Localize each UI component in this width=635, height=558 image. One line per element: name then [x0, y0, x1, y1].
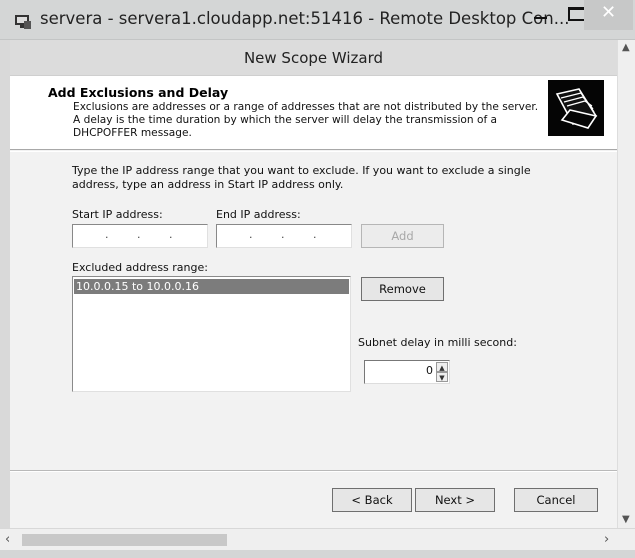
header-separator — [10, 151, 617, 152]
scroll-left-icon[interactable]: ‹ — [5, 532, 10, 547]
header-title: Add Exclusions and Delay — [48, 85, 229, 100]
spin-up-icon[interactable]: ▲ — [436, 362, 448, 372]
next-button[interactable]: Next > — [415, 488, 495, 512]
header-description: Exclusions are addresses or a range of a… — [73, 101, 539, 139]
minimize-button[interactable] — [520, 0, 560, 28]
vertical-scrollbar[interactable]: ▲ ▼ — [617, 40, 635, 528]
close-icon: ✕ — [600, 2, 617, 23]
remove-button[interactable]: Remove — [361, 277, 444, 301]
spin-down-icon[interactable]: ▼ — [436, 372, 448, 382]
subnet-delay-label: Subnet delay in milli second: — [358, 336, 517, 349]
remote-viewport: New Scope Wizard Add Exclusions and Dela… — [10, 40, 617, 528]
wizard-title: New Scope Wizard — [243, 49, 384, 67]
close-button[interactable]: ✕ — [584, 0, 633, 30]
excluded-range-list[interactable]: 10.0.0.15 to 10.0.0.16 — [72, 276, 351, 392]
back-button[interactable]: < Back — [332, 488, 412, 512]
add-button[interactable]: Add — [361, 224, 444, 248]
documents-folder-icon — [548, 80, 604, 136]
scroll-right-icon[interactable]: › — [604, 532, 609, 547]
horizontal-scroll-thumb[interactable] — [22, 534, 227, 546]
footer-separator-highlight — [10, 471, 617, 472]
end-ip-label: End IP address: — [216, 208, 301, 221]
list-item[interactable]: 10.0.0.15 to 10.0.0.16 — [74, 279, 349, 294]
start-ip-label: Start IP address: — [72, 208, 163, 221]
remote-desktop-icon — [15, 15, 31, 29]
wizard-header: Add Exclusions and Delay Exclusions are … — [10, 76, 617, 150]
rdp-titlebar: servera - servera1.cloudapp.net:51416 - … — [0, 0, 635, 40]
scroll-up-icon[interactable]: ▲ — [622, 42, 630, 53]
subnet-delay-value: 0 — [426, 364, 433, 377]
window-bottom-border — [0, 550, 635, 558]
end-ip-input[interactable]: ... — [216, 224, 352, 248]
minimize-icon — [534, 17, 547, 19]
rdp-window-title: servera - servera1.cloudapp.net:51416 - … — [40, 9, 570, 28]
wizard-titlebar: New Scope Wizard — [10, 40, 617, 76]
spinner-buttons: ▲ ▼ — [436, 362, 448, 382]
cancel-button[interactable]: Cancel — [514, 488, 598, 512]
horizontal-scrollbar[interactable]: ‹ › — [0, 528, 635, 550]
excluded-range-label: Excluded address range: — [72, 261, 208, 274]
instruction-text: Type the IP address range that you want … — [72, 164, 531, 191]
subnet-delay-spinner[interactable]: 0 ▲ ▼ — [364, 360, 450, 384]
scroll-down-icon[interactable]: ▼ — [622, 514, 630, 525]
start-ip-input[interactable]: ... — [72, 224, 208, 248]
